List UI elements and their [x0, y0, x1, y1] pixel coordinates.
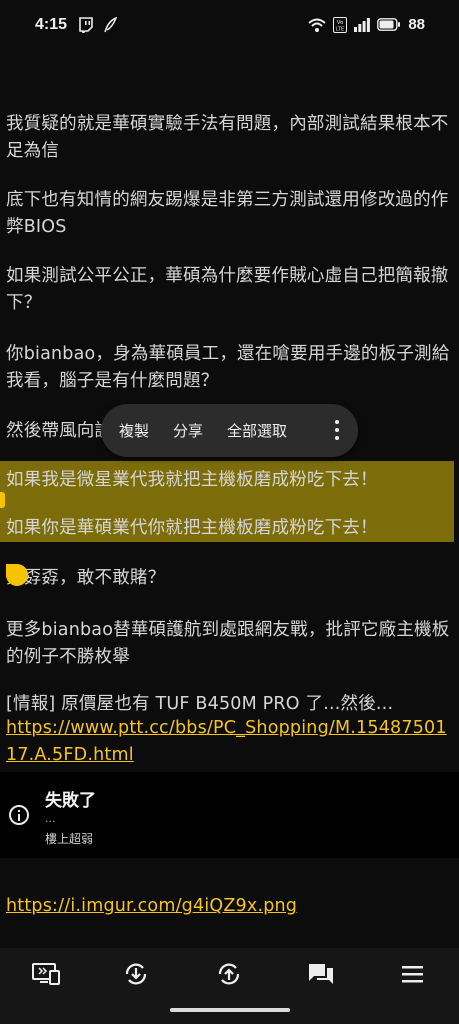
svg-text:Vo: Vo: [337, 20, 343, 26]
error-ellipsis: ...: [45, 812, 56, 825]
status-time: 4:15: [35, 16, 68, 33]
paragraph: 更多bianbao替華碩護航到處跟網友戰，批評它廠主機板的例子不勝枚舉: [6, 620, 450, 667]
error-title: 失敗了: [45, 791, 96, 811]
system-icons: Vo LTE 88: [308, 16, 425, 33]
svg-text:LTE: LTE: [336, 26, 345, 32]
share-button[interactable]: 分享: [161, 420, 215, 441]
feather-icon: [104, 17, 118, 33]
text-selection-menu: 複製 分享 全部選取: [101, 404, 358, 457]
refresh-up-icon[interactable]: [214, 962, 244, 986]
selected-paragraph: 如果你是華碩業代你就把主機板磨成粉吃下去！: [6, 518, 378, 538]
signal-icon: [354, 17, 371, 32]
info-icon: [9, 805, 29, 825]
paragraph: 底下也有知情的網友踢爆是非第三方測試還用修改過的作弊BIOS: [6, 190, 449, 237]
battery-level: 88: [408, 16, 425, 33]
selection-end-handle[interactable]: [6, 564, 28, 586]
paragraph: 孬孬孬，敢不敢賭？: [6, 568, 166, 588]
imgur-link[interactable]: https://i.imgur.com/g4iQZ9x.png: [6, 893, 454, 920]
copy-button[interactable]: 複製: [101, 420, 161, 441]
paragraph: 如果測試公平公正，華碩為什麼要作賊心虛自己把簡報撤下？: [6, 266, 449, 313]
comments-icon[interactable]: [306, 962, 336, 986]
paragraph: 我質疑的就是華碩實驗手法有問題，內部測試結果根本不足為信: [6, 114, 449, 161]
cast-screen-icon[interactable]: [31, 962, 61, 986]
refresh-down-icon[interactable]: [121, 962, 151, 986]
battery-icon: [377, 18, 401, 31]
wifi-icon: [308, 18, 326, 32]
status-bar: 4:15 Vo LTE 88: [0, 0, 459, 52]
more-vert-icon[interactable]: [334, 420, 340, 444]
menu-icon[interactable]: [398, 962, 428, 986]
error-subtitle: 樓上超弱: [45, 832, 94, 846]
twitch-icon: [79, 17, 93, 33]
paragraph: 你bianbao，身為華碩員工，還在嗆要用手邊的板子測給我看，腦子是有什麼問題？: [6, 344, 450, 391]
ptt-link[interactable]: https://www.ptt.cc/bbs/PC_Shopping/M.154…: [6, 715, 454, 769]
gesture-bar[interactable]: [170, 1008, 290, 1012]
select-all-button[interactable]: 全部選取: [215, 420, 299, 441]
selected-paragraph: 如果我是微星業代我就把主機板磨成粉吃下去！: [6, 470, 378, 490]
volte-icon: Vo LTE: [333, 16, 348, 33]
paragraph: [情報] 原價屋也有 TUF B450M PRO 了...然後...: [6, 694, 394, 714]
notification-icons: [78, 17, 118, 33]
selection-start-handle[interactable]: [0, 492, 5, 508]
